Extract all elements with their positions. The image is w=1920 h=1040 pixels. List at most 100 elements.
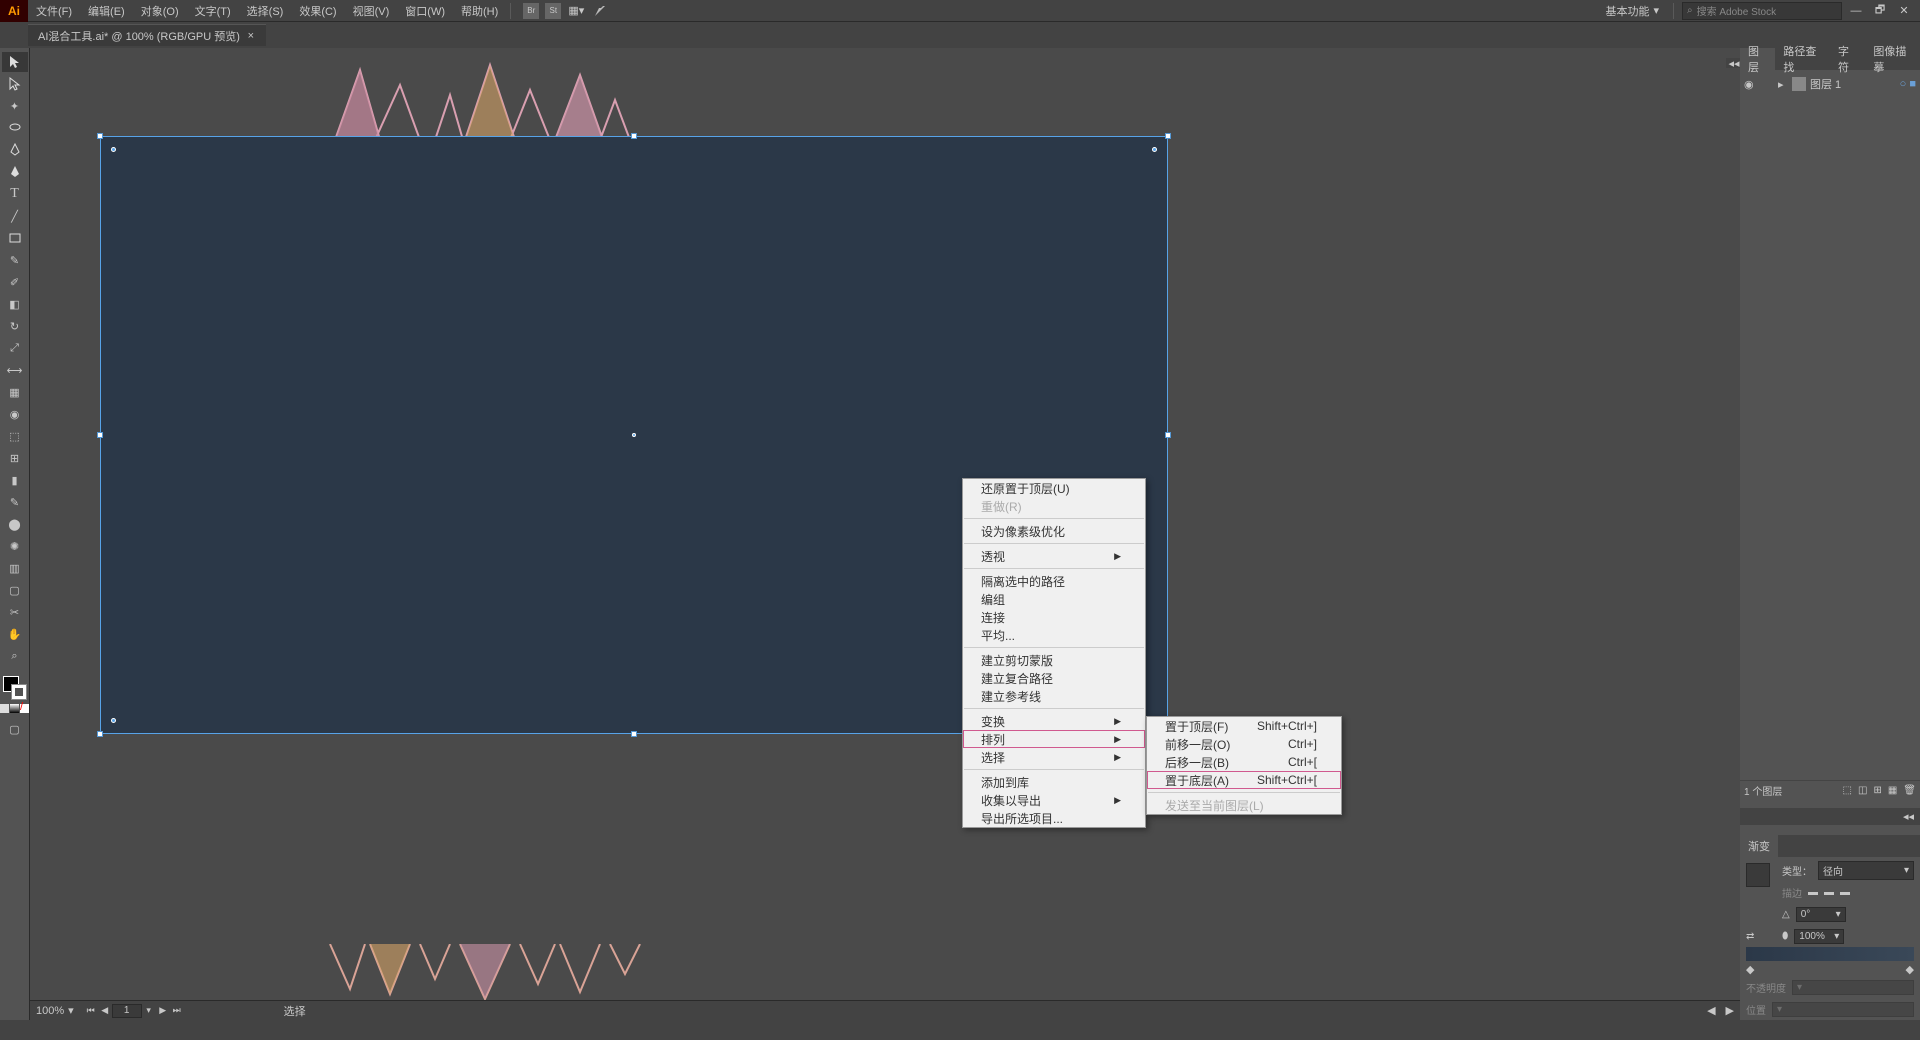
anchor-center[interactable] [632,433,636,437]
gradient-strip[interactable] [1746,947,1914,961]
scroll-right[interactable]: ▶ [1726,1004,1734,1017]
target-icon[interactable]: ○ ■ [1900,78,1916,90]
ctx-isolate[interactable]: 隔离选中的路径 [963,572,1145,590]
ctx-pixel-optimize[interactable]: 设为像素级优化 [963,522,1145,540]
minimize-button[interactable]: — [1846,2,1866,20]
tab-layers[interactable]: 图层 [1740,48,1775,70]
clip-icon[interactable]: ◫ [1858,785,1867,796]
hand-tool[interactable]: ✋ [2,624,28,644]
canvas-area[interactable]: 还原置于顶层(U) 重做(R) 设为像素级优化 透视▶ 隔离选中的路径 编组 连… [30,48,1740,1000]
handle-mr[interactable] [1165,432,1171,438]
eraser-tool[interactable]: ◧ [2,294,28,314]
pen-tool[interactable] [2,140,28,160]
menu-file[interactable]: 文件(F) [28,0,80,22]
layer-row[interactable]: ◉ ▸ 图层 1 ○ ■ [1742,74,1918,94]
rotate-tool[interactable]: ↻ [2,316,28,336]
menu-edit[interactable]: 编辑(E) [80,0,133,22]
first-artboard[interactable]: ⏮ [84,1004,98,1018]
visibility-icon[interactable]: ◉ [1744,78,1756,90]
gradient-type-select[interactable]: 径向▾ [1818,861,1914,880]
ctx-bring-forward[interactable]: 前移一层(O)Ctrl+] [1147,735,1341,753]
menu-help[interactable]: 帮助(H) [453,0,506,22]
eyedropper-tool[interactable]: ✎ [2,492,28,512]
handle-ml[interactable] [97,432,103,438]
close-icon[interactable]: × [246,31,256,41]
tab-image-trace[interactable]: 图像描摹 [1865,48,1920,70]
ctx-ungroup[interactable]: 编组 [963,590,1145,608]
menu-effect[interactable]: 效果(C) [291,0,344,22]
ctx-guides[interactable]: 建立参考线 [963,687,1145,705]
grad-stop-right[interactable]: ◆ [1906,963,1914,976]
menu-object[interactable]: 对象(O) [133,0,187,22]
last-artboard[interactable]: ⏭ [170,1004,184,1018]
gradient-preview[interactable] [1746,863,1770,887]
prev-artboard[interactable]: ◀ [98,1004,112,1018]
close-button[interactable]: ✕ [1894,2,1914,20]
ratio-input[interactable]: 100%▾ [1794,929,1844,944]
line-tool[interactable]: ╱ [2,206,28,226]
slice-tool[interactable]: ✂ [2,602,28,622]
mesh-tool[interactable]: ⊞ [2,448,28,468]
next-artboard[interactable]: ▶ [156,1004,170,1018]
feather-icon[interactable] [591,2,609,20]
ctx-join[interactable]: 连接 [963,608,1145,626]
menu-select[interactable]: 选择(S) [239,0,292,22]
ctx-undo[interactable]: 还原置于顶层(U) [963,479,1145,497]
restore-button[interactable]: 🗗 [1870,2,1890,20]
stock-search[interactable]: ⌕ 搜索 Adobe Stock [1682,2,1842,20]
selection-tool[interactable] [2,52,28,72]
symbol-sprayer-tool[interactable]: ✺ [2,536,28,556]
direct-selection-tool[interactable] [2,74,28,94]
artboard-number[interactable]: 1 [112,1004,142,1018]
new-layer-icon[interactable]: ▦ [1888,785,1897,796]
bridge-icon[interactable]: Br [523,3,539,19]
handle-bl[interactable] [97,731,103,737]
ctx-arrange[interactable]: 排列▶ [963,730,1145,748]
locate-icon[interactable]: ⬚ [1843,785,1852,796]
handle-tl[interactable] [97,133,103,139]
color-mode-gradient[interactable] [10,704,19,713]
anchor-bl[interactable] [111,718,116,723]
pencil-tool[interactable]: ✐ [2,272,28,292]
layer-name[interactable]: 图层 1 [1810,76,1841,92]
sublayer-icon[interactable]: ⊞ [1873,785,1881,796]
scroll-left[interactable]: ◀ [1707,1004,1715,1017]
stroke-opt-3[interactable]: ▬ [1840,887,1850,898]
zoom-tool[interactable]: ⌕ [2,646,28,666]
stock-icon[interactable]: St [545,3,561,19]
artboard-dropdown[interactable]: ▾ [142,1004,156,1018]
panel-collapse-indicator[interactable]: ◂◂ [1740,808,1920,825]
lasso-tool[interactable] [2,118,28,138]
angle-input[interactable]: 0°▾ [1796,907,1846,922]
anchor-tl[interactable] [111,147,116,152]
type-tool[interactable]: T [2,184,28,204]
reverse-icon[interactable]: ⇄ [1746,931,1776,942]
ctx-export-selected[interactable]: 导出所选项目... [963,809,1145,827]
ctx-perspective[interactable]: 透视▶ [963,547,1145,565]
color-mode-solid[interactable] [0,704,9,713]
color-picker[interactable] [3,676,27,700]
tab-gradient[interactable]: 渐变 [1740,835,1778,857]
anchor-tr[interactable] [1152,147,1157,152]
menu-view[interactable]: 视图(V) [345,0,398,22]
zoom-select[interactable]: 100%▾ [36,1004,74,1017]
perspective-tool[interactable]: ⬚ [2,426,28,446]
tab-pathfinder[interactable]: 路径查找 [1775,48,1830,70]
ctx-select[interactable]: 选择▶ [963,748,1145,766]
menu-window[interactable]: 窗口(W) [397,0,453,22]
arrange-icon[interactable]: ▦▾ [567,2,585,20]
stroke-opt-1[interactable]: ▬ [1808,887,1818,898]
curvature-tool[interactable] [2,162,28,182]
ctx-clipping-mask[interactable]: 建立剪切蒙版 [963,651,1145,669]
handle-bm[interactable] [631,731,637,737]
stroke-color[interactable] [11,684,27,700]
ctx-export-collect[interactable]: 收集以导出▶ [963,791,1145,809]
menu-type[interactable]: 文字(T) [187,0,239,22]
artboard-tool[interactable]: ▢ [2,580,28,600]
scale-tool[interactable]: ⤢ [2,338,28,358]
grad-stop-left[interactable]: ◆ [1746,963,1754,976]
ctx-transform[interactable]: 变换▶ [963,712,1145,730]
screen-mode[interactable]: ▢ [2,719,28,739]
handle-tr[interactable] [1165,133,1171,139]
paintbrush-tool[interactable]: ✎ [2,250,28,270]
